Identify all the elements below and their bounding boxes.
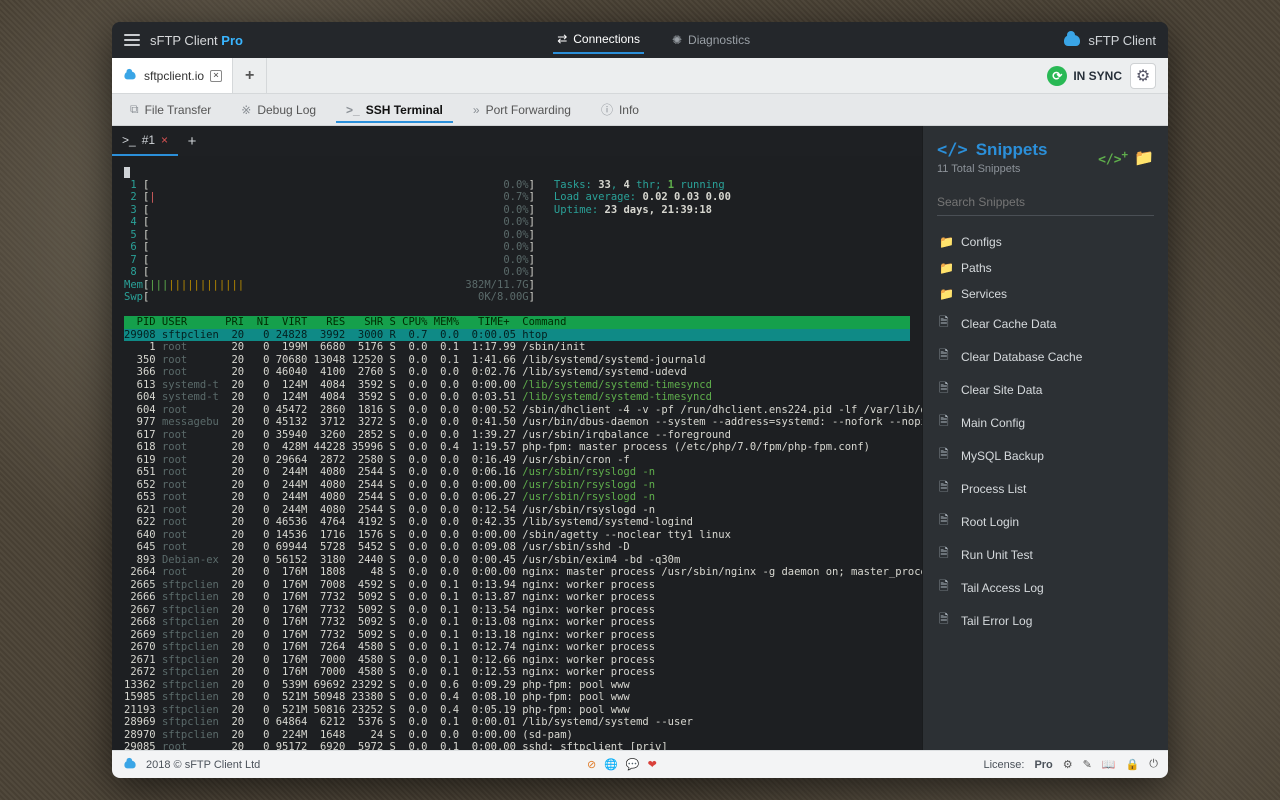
gear-icon: ⚙	[1136, 66, 1150, 86]
file-transfer-icon: ⧉	[130, 102, 139, 117]
terminal-tab-1[interactable]: >_ #1 ×	[112, 126, 178, 156]
terminal-output[interactable]: 1 [ 0.0%] Tasks: 33, 4 thr; 1 running 2 …	[112, 156, 922, 750]
file-icon: 🗎	[939, 610, 953, 631]
settings-button[interactable]: ⚙	[1130, 63, 1156, 89]
brush-icon[interactable]: ✎	[1083, 758, 1092, 771]
terminal-icon: >_	[346, 103, 360, 117]
file-icon: 🗎	[939, 544, 953, 565]
app-title: sFTP Client Pro	[150, 33, 243, 48]
snippet-folder[interactable]: 📁Paths	[937, 258, 1154, 278]
snippet-file[interactable]: 🗎Root Login	[937, 508, 1154, 535]
close-icon[interactable]: ×	[210, 70, 222, 82]
tab-port-forwarding[interactable]: »Port Forwarding	[463, 97, 581, 123]
tab-info[interactable]: ⓘInfo	[591, 95, 649, 124]
sync-icon: ⟳	[1047, 66, 1067, 86]
status-icon-chat[interactable]: 💬	[626, 758, 640, 771]
file-icon: 🗎	[939, 346, 953, 367]
cloud-icon	[1064, 35, 1080, 46]
file-icon: 🗎	[939, 577, 953, 598]
copyright: 2018 © sFTP Client Ltd	[146, 759, 260, 771]
file-icon: 🗎	[939, 379, 953, 400]
tab-ssh-terminal[interactable]: >_SSH Terminal	[336, 97, 453, 123]
lock-icon[interactable]: 🔒	[1126, 758, 1140, 771]
snippet-file[interactable]: 🗎Main Config	[937, 409, 1154, 436]
add-folder-icon[interactable]: 📁	[1134, 148, 1154, 168]
add-snippet-icon[interactable]: </>+	[1098, 148, 1128, 167]
snippet-file[interactable]: 🗎MySQL Backup	[937, 442, 1154, 469]
folder-icon: 📁	[939, 235, 953, 249]
snippet-file[interactable]: 🗎Clear Cache Data	[937, 310, 1154, 337]
diagnostics-icon: ✺	[672, 33, 682, 47]
license-value: Pro	[1034, 759, 1052, 771]
status-icon-block[interactable]: ⊘	[587, 758, 596, 771]
snippet-folder[interactable]: 📁Services	[937, 284, 1154, 304]
terminal-prompt-icon: >_	[122, 133, 136, 147]
file-icon: 🗎	[939, 478, 953, 499]
snippets-title: </> Snippets	[937, 140, 1048, 160]
menu-icon[interactable]	[124, 34, 140, 46]
file-icon: 🗎	[939, 313, 953, 334]
snippet-file[interactable]: 🗎Run Unit Test	[937, 541, 1154, 568]
status-icon-globe[interactable]: 🌐	[604, 758, 618, 771]
file-icon: 🗎	[939, 511, 953, 532]
file-icon: 🗎	[939, 445, 953, 466]
license-label: License:	[983, 759, 1024, 771]
add-terminal-tab[interactable]: +	[178, 133, 206, 150]
power-icon[interactable]: ⏻	[1149, 758, 1158, 771]
tab-debug-log[interactable]: ※Debug Log	[231, 97, 326, 123]
status-icon-heart[interactable]: ❤	[648, 758, 657, 771]
snippet-file[interactable]: 🗎Clear Database Cache	[937, 343, 1154, 370]
nav-connections[interactable]: ⇄ Connections	[553, 26, 644, 54]
connection-tab-label: sftpclient.io	[144, 69, 204, 83]
book-icon[interactable]: 📖	[1102, 758, 1116, 771]
debug-icon: ※	[241, 103, 251, 117]
connections-icon: ⇄	[557, 32, 567, 46]
nav-diagnostics[interactable]: ✺ Diagnostics	[668, 26, 754, 54]
snippet-file[interactable]: 🗎Tail Access Log	[937, 574, 1154, 601]
snippet-file[interactable]: 🗎Tail Error Log	[937, 607, 1154, 634]
snippet-folder[interactable]: 📁Configs	[937, 232, 1154, 252]
brand-right-label: sFTP Client	[1088, 33, 1156, 48]
snippets-count: 11 Total Snippets	[937, 163, 1048, 175]
code-icon: </>	[937, 140, 968, 160]
forward-icon: »	[473, 103, 480, 117]
snippet-file[interactable]: 🗎Clear Site Data	[937, 376, 1154, 403]
settings-icon[interactable]: ⚙	[1063, 758, 1073, 771]
info-icon: ⓘ	[601, 101, 613, 118]
snippet-file[interactable]: 🗎Process List	[937, 475, 1154, 502]
tab-file-transfer[interactable]: ⧉File Transfer	[120, 96, 221, 123]
add-connection-tab[interactable]: +	[233, 58, 267, 93]
sync-status: ⟳ IN SYNC	[1047, 66, 1122, 86]
folder-icon: 📁	[939, 287, 953, 301]
cloud-icon	[124, 761, 135, 769]
folder-icon: 📁	[939, 261, 953, 275]
connection-tab[interactable]: sftpclient.io ×	[112, 58, 233, 93]
search-snippets-input[interactable]	[937, 189, 1154, 216]
cloud-icon	[124, 72, 135, 80]
file-icon: 🗎	[939, 412, 953, 433]
close-icon[interactable]: ×	[161, 133, 168, 147]
